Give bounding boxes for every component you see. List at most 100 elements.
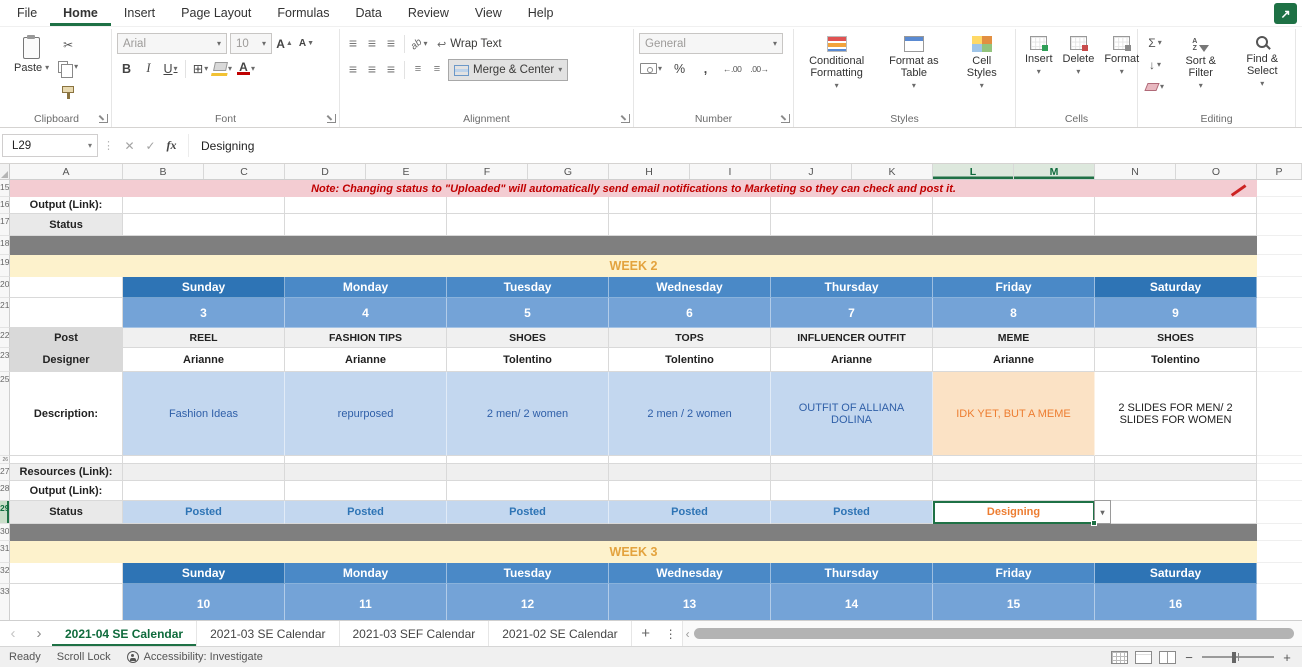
orientation-button[interactable]: ab ▾ [409,34,429,55]
row-header[interactable]: 15 [0,180,10,197]
tab-file[interactable]: File [4,0,50,26]
page-break-view-button[interactable] [1159,650,1176,664]
post-cell[interactable]: FASHION TIPS [285,328,447,348]
wrap-text-button[interactable]: ↩ Wrap Text [432,33,507,55]
grid-cell[interactable] [771,464,933,481]
sort-filter-button[interactable]: AZ Sort & Filter ▾ [1171,33,1230,97]
grid-cell[interactable] [285,197,447,214]
grid-cell[interactable] [933,214,1095,236]
post-cell[interactable]: SHOES [447,328,609,348]
decrease-font-size-button[interactable]: A ▼ [297,33,316,54]
align-top-button[interactable]: ≡ [345,36,361,51]
column-header-i[interactable]: I [690,164,771,179]
grid-cell[interactable] [1257,464,1302,481]
grid-cell[interactable] [123,214,285,236]
day-header-monday[interactable]: Monday [285,277,447,298]
align-middle-button[interactable]: ≡ [364,36,380,51]
tab-help[interactable]: Help [515,0,567,26]
sheet-options-button[interactable]: ⋮ [660,621,682,646]
grid-cell[interactable] [771,214,933,236]
note-cell[interactable]: Note: Changing status to "Uploaded" will… [10,180,1257,197]
zoom-slider-thumb[interactable] [1232,651,1236,663]
grid-cell[interactable] [609,197,771,214]
column-header-h[interactable]: H [609,164,690,179]
formula-bar-drag-handle[interactable]: ⋮ [103,139,114,152]
tab-home[interactable]: Home [50,0,111,26]
row-header[interactable]: 19 [0,255,10,277]
grid-cell[interactable] [1257,372,1302,456]
share-button[interactable]: ↗ [1274,3,1297,24]
grid-cell[interactable] [123,197,285,214]
format-cells-button[interactable]: Format ▾ [1100,33,1143,111]
post-cell[interactable]: SHOES [1095,328,1257,348]
column-header-b[interactable]: B [123,164,204,179]
date-cell[interactable]: 16 [1095,584,1257,620]
grid-cell[interactable] [1257,277,1302,298]
font-size-select[interactable]: 10 ▾ [230,33,272,54]
status-cell[interactable]: Posted [609,501,771,524]
designer-cell[interactable]: Arianne [933,348,1095,372]
post-cell[interactable]: MEME [933,328,1095,348]
day-header-saturday[interactable]: Saturday [1095,563,1257,584]
row-header[interactable]: 17 [0,214,10,236]
grid-cell[interactable] [447,464,609,481]
grid-cell[interactable] [1257,501,1302,524]
day-header-sunday[interactable]: Sunday [123,277,285,298]
column-header-l-selected[interactable]: L [933,164,1014,179]
row-label-post[interactable]: Post [10,328,123,348]
grid-cell[interactable] [933,464,1095,481]
status-cell[interactable]: Posted [123,501,285,524]
day-header-thursday[interactable]: Thursday [771,563,933,584]
day-header-friday[interactable]: Friday [933,277,1095,298]
day-header-wednesday[interactable]: Wednesday [609,563,771,584]
row-header[interactable]: 27 [0,464,10,481]
decrease-decimal-button[interactable]: .00→ [749,58,769,79]
page-layout-view-button[interactable] [1135,650,1152,664]
grid-cell[interactable] [933,481,1095,501]
grid-cell[interactable] [609,481,771,501]
row-header[interactable]: 21 [0,298,10,328]
day-header-sunday[interactable]: Sunday [123,563,285,584]
row-header[interactable]: 30 [0,524,10,541]
column-header-j[interactable]: J [771,164,852,179]
sheet-tab-2021-04-se-calendar[interactable]: 2021-04 SE Calendar [52,621,198,646]
grid-cell[interactable] [1257,456,1302,464]
scroll-left-icon[interactable]: ‹ [686,627,690,641]
find-select-button[interactable]: Find & Select ▾ [1234,33,1290,97]
divider-band[interactable] [10,524,1257,541]
borders-button[interactable]: ⊞ ▾ [191,58,210,79]
font-color-button[interactable]: A ▾ [236,58,256,79]
format-as-table-button[interactable]: Format as Table ▾ [876,33,951,111]
merge-center-button[interactable]: Merge & Center ▾ [448,59,569,81]
description-cell[interactable]: 2 men / 2 women [609,372,771,456]
format-painter-button[interactable] [56,79,80,99]
day-header-monday[interactable]: Monday [285,563,447,584]
grid-cell[interactable] [10,584,123,620]
grid-cell[interactable] [10,563,123,584]
row-label-description[interactable]: Description: [10,372,123,456]
align-bottom-button[interactable]: ≡ [383,36,399,51]
date-cell[interactable]: 8 [933,298,1095,328]
day-header-thursday[interactable]: Thursday [771,277,933,298]
horizontal-scrollbar[interactable]: ‹ [681,621,1302,646]
divider-band[interactable] [10,236,1257,255]
number-format-select[interactable]: General ▾ [639,33,783,54]
date-cell[interactable]: 14 [771,584,933,620]
grid-cell[interactable] [123,481,285,501]
tab-page-layout[interactable]: Page Layout [168,0,264,26]
description-cell-friday[interactable]: IDK YET, BUT A MEME [933,372,1095,456]
normal-view-button[interactable] [1111,650,1128,664]
status-cell[interactable] [1095,501,1257,524]
tab-insert[interactable]: Insert [111,0,168,26]
grid-cell[interactable] [1257,180,1302,197]
row-header[interactable]: 18 [0,236,10,255]
delete-cells-button[interactable]: Delete ▾ [1059,33,1099,111]
grid-cell[interactable] [933,197,1095,214]
grid-cell[interactable] [285,481,447,501]
column-header-c[interactable]: C [204,164,285,179]
cut-button[interactable]: ✂ [56,35,80,55]
grid-cell[interactable] [285,214,447,236]
description-cell[interactable]: Fashion Ideas [123,372,285,456]
week2-title-cell[interactable]: WEEK 2 [10,255,1257,277]
row-header[interactable]: 31 [0,541,10,563]
